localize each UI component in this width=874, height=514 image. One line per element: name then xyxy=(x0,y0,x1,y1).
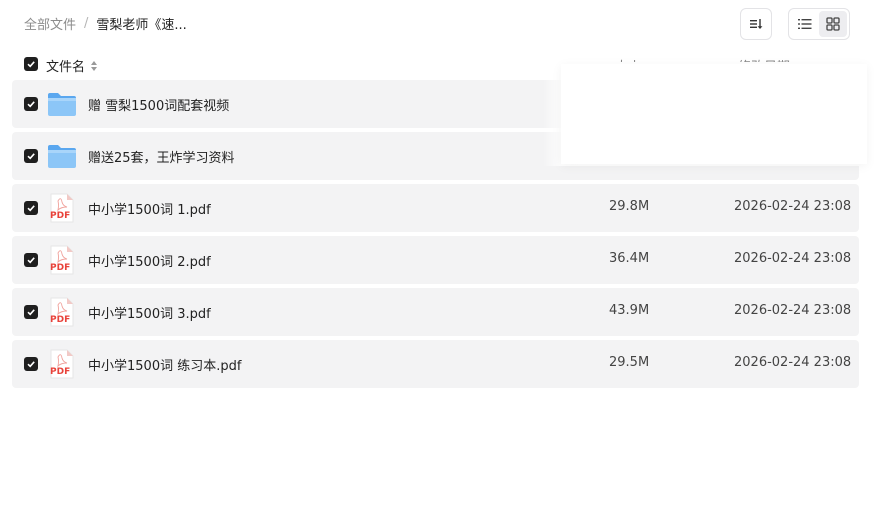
file-name[interactable]: 中小学1500词 2.pdf xyxy=(88,251,211,270)
sort-descending-icon xyxy=(750,19,763,29)
checkmark-icon xyxy=(27,309,35,316)
file-row[interactable]: PDF 中小学1500词 练习本.pdf 29.5M 2026-02-24 23:08 xyxy=(12,340,859,388)
file-size: 43.9M xyxy=(609,303,650,318)
file-size: 29.5M xyxy=(609,355,650,370)
file-size: 36.4M xyxy=(609,251,650,266)
file-name[interactable]: 赠送25套，王炸学习资料 xyxy=(88,147,235,166)
row-checkbox[interactable] xyxy=(24,97,38,111)
row-checkbox[interactable] xyxy=(24,149,38,163)
file-modified-date: 2026-02-24 23:08 xyxy=(734,251,852,266)
file-name[interactable]: 中小学1500词 3.pdf xyxy=(88,303,211,322)
file-row[interactable]: PDF 中小学1500词 3.pdf 43.9M 2026-02-24 23:08 xyxy=(12,288,859,336)
file-name[interactable]: 中小学1500词 练习本.pdf xyxy=(88,355,241,374)
row-checkbox[interactable] xyxy=(24,253,38,267)
svg-text:PDF: PDF xyxy=(50,367,70,377)
breadcrumb-separator: / xyxy=(84,16,89,31)
list-view-icon xyxy=(798,19,812,29)
select-all-checkbox[interactable] xyxy=(24,57,38,71)
checkmark-icon xyxy=(27,205,35,212)
svg-text:PDF: PDF xyxy=(50,263,70,273)
name-column-header[interactable]: 文件名 xyxy=(46,56,98,75)
file-size: 29.8M xyxy=(609,199,650,214)
file-name[interactable]: 中小学1500词 1.pdf xyxy=(88,199,211,218)
checkmark-icon xyxy=(27,61,35,68)
breadcrumb-root-link[interactable]: 全部文件 xyxy=(24,14,76,33)
checkmark-icon xyxy=(27,257,35,264)
grid-view-button[interactable] xyxy=(819,11,847,37)
pdf-file-icon: PDF xyxy=(46,244,78,276)
breadcrumb-current-folder: 雪梨老师《速... xyxy=(96,18,187,33)
file-modified-date: 2026-02-24 23:08 xyxy=(734,303,852,318)
folder-icon xyxy=(46,140,78,172)
top-bar: 全部文件 / 雪梨老师《速... xyxy=(0,0,874,48)
file-row[interactable]: PDF 中小学1500词 2.pdf 36.4M 2026-02-24 23:08 xyxy=(12,236,859,284)
checkmark-icon xyxy=(27,101,35,108)
row-checkbox[interactable] xyxy=(24,201,38,215)
pdf-file-icon: PDF xyxy=(46,296,78,328)
checkmark-icon xyxy=(27,153,35,160)
svg-text:PDF: PDF xyxy=(50,315,70,325)
overlay-panel xyxy=(561,64,867,164)
sort-button[interactable] xyxy=(740,8,772,40)
breadcrumb: 全部文件 / 雪梨老师《速... xyxy=(24,14,187,33)
grid-view-icon xyxy=(826,17,840,31)
sort-toggle-icon[interactable] xyxy=(90,60,98,72)
list-view-button[interactable] xyxy=(791,11,819,37)
view-mode-toggle xyxy=(788,8,850,40)
row-checkbox[interactable] xyxy=(24,305,38,319)
row-checkbox[interactable] xyxy=(24,357,38,371)
loading-overlay xyxy=(543,62,874,166)
folder-icon xyxy=(46,88,78,120)
checkmark-icon xyxy=(27,361,35,368)
file-modified-date: 2026-02-24 23:08 xyxy=(734,355,852,370)
name-column-label: 文件名 xyxy=(46,60,86,75)
pdf-file-icon: PDF xyxy=(46,348,78,380)
file-row[interactable]: PDF 中小学1500词 1.pdf 29.8M 2026-02-24 23:08 xyxy=(12,184,859,232)
pdf-file-icon: PDF xyxy=(46,192,78,224)
file-modified-date: 2026-02-24 23:08 xyxy=(734,199,852,214)
svg-text:PDF: PDF xyxy=(50,211,70,221)
file-name[interactable]: 赠 雪梨1500词配套视频 xyxy=(88,95,229,114)
